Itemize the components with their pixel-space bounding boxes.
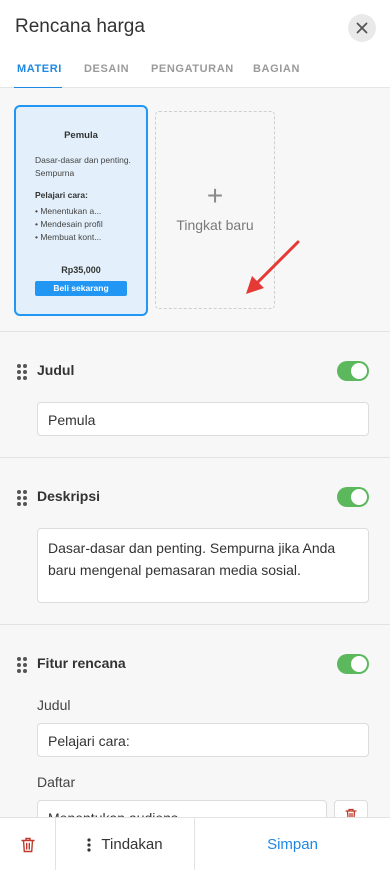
arrow-annotation-icon	[246, 240, 300, 294]
tab-pengaturan[interactable]: PENGATURAN	[151, 63, 234, 75]
section-features-label: Fitur rencana	[37, 655, 126, 671]
tier-description: Dasar-dasar dan penting. Sempurna	[35, 155, 131, 178]
feature-item-input[interactable]: Menentukan audiens	[37, 800, 327, 817]
section-features: Fitur rencana Judul Pelajari cara: Dafta…	[0, 625, 390, 817]
panel-header: Rencana harga MATERI DESAIN PENGATURAN B…	[0, 0, 390, 89]
tab-materi[interactable]: MATERI	[17, 63, 62, 75]
delete-tier-button[interactable]	[0, 818, 56, 870]
tab-bagian[interactable]: BAGIAN	[253, 63, 300, 75]
tab-bar: MATERI DESAIN PENGATURAN BAGIAN	[0, 60, 390, 89]
features-title-label: Judul	[37, 697, 71, 713]
section-description-label: Deskripsi	[37, 488, 101, 504]
drag-handle-icon[interactable]	[17, 490, 27, 506]
tier-feature-item: • Mendesain profil	[35, 219, 103, 229]
tier-feature-item: • Membuat kont...	[35, 232, 102, 242]
save-button[interactable]: Simpan	[195, 818, 390, 870]
new-tier-label: Tingkat baru	[176, 217, 254, 233]
description-visibility-toggle[interactable]	[337, 487, 369, 507]
trash-icon	[345, 808, 357, 817]
buy-now-button[interactable]: Beli sekarang	[35, 281, 127, 296]
section-description: Deskripsi Dasar-dasar dan penting. Sempu…	[0, 458, 390, 625]
more-vertical-icon	[87, 837, 92, 852]
close-icon	[356, 22, 368, 34]
features-visibility-toggle[interactable]	[337, 654, 369, 674]
tier-card-selected[interactable]: Pemula Dasar-dasar dan penting. Sempurna…	[14, 105, 148, 316]
section-title-label: Judul	[37, 362, 75, 378]
trash-icon	[20, 837, 35, 852]
drag-handle-icon[interactable]	[17, 657, 27, 673]
close-button[interactable]	[348, 14, 376, 42]
tier-feature-item: • Menentukan a...	[35, 206, 102, 216]
tier-features-title: Pelajari cara:	[35, 190, 88, 200]
plus-icon: +	[206, 180, 224, 211]
panel-title: Rencana harga	[15, 16, 145, 37]
section-title: Judul Pemula	[0, 332, 390, 458]
title-input[interactable]: Pemula	[37, 402, 369, 436]
tier-name: Pemula	[64, 130, 98, 141]
delete-feature-button[interactable]	[334, 800, 368, 817]
tier-list: Pemula Dasar-dasar dan penting. Sempurna…	[0, 88, 390, 332]
actions-label: Tindakan	[101, 836, 163, 853]
actions-button[interactable]: Tindakan	[56, 818, 195, 870]
title-visibility-toggle[interactable]	[337, 361, 369, 381]
tier-price: Rp35,000	[61, 265, 101, 275]
footer-bar: Tindakan Simpan	[0, 817, 390, 870]
tab-desain[interactable]: DESAIN	[84, 63, 129, 75]
drag-handle-icon[interactable]	[17, 364, 27, 380]
features-title-input[interactable]: Pelajari cara:	[37, 723, 369, 757]
features-list-label: Daftar	[37, 774, 76, 790]
description-textarea[interactable]: Dasar-dasar dan penting. Sempurna jika A…	[37, 528, 369, 603]
